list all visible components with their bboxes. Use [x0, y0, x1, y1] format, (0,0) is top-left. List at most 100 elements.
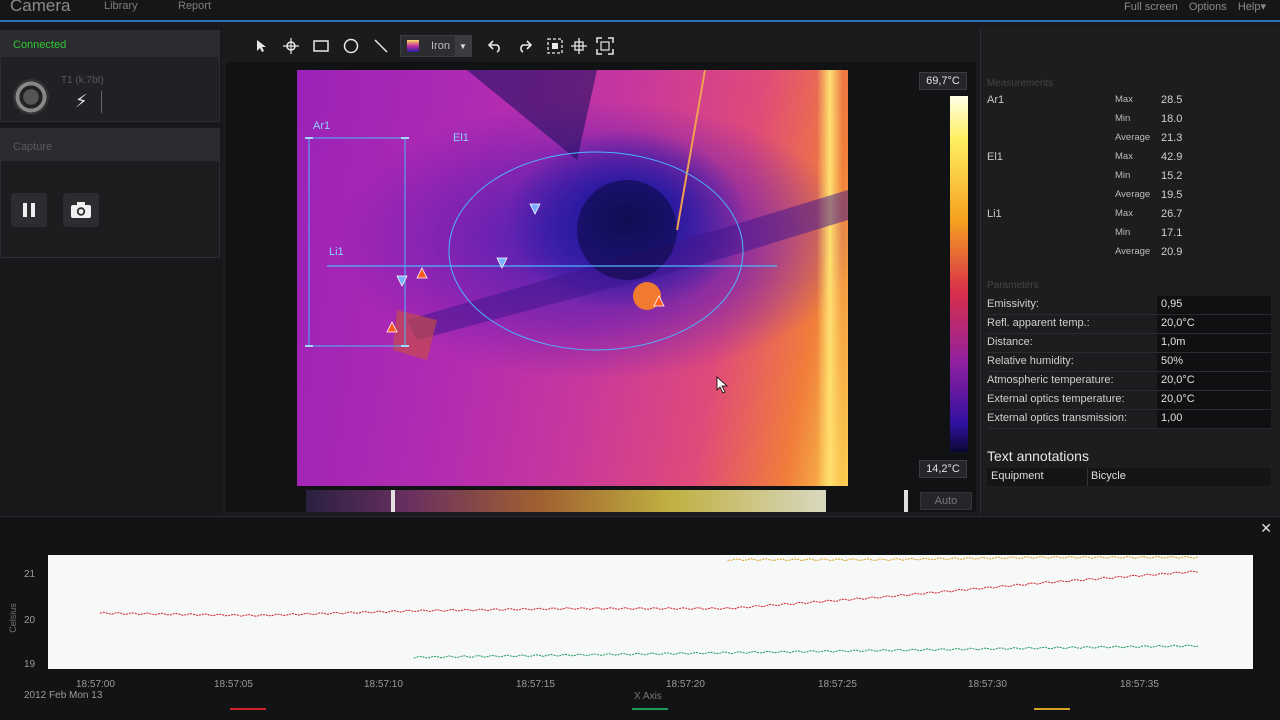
measurement-row[interactable]: Min 18.0: [987, 113, 1269, 132]
menu-report[interactable]: Report: [178, 0, 211, 12]
camera-icon: [71, 202, 91, 218]
measurement-stat: Min: [1115, 227, 1131, 238]
camera-name: T1 (k.7bt): [61, 75, 104, 86]
parameter-label: Distance:: [987, 336, 1033, 348]
parameter-input[interactable]: 1,00: [1157, 410, 1271, 428]
measurement-value: 18.0: [1161, 113, 1183, 125]
measurement-row[interactable]: Average 20.9: [987, 246, 1269, 265]
palette-swatch: [407, 40, 419, 52]
temperature-plot-panel: ✕ 21 20 19 Celsius 18:57:00 18:57:05 18:57…: [0, 516, 1280, 720]
measurement-stat: Max: [1115, 94, 1133, 105]
measurement-value: 42.9: [1161, 151, 1183, 163]
move-icon: [571, 38, 587, 54]
divider: [1087, 468, 1088, 486]
help-link[interactable]: Help▾: [1238, 1, 1266, 13]
line-tool-button[interactable]: [370, 36, 392, 56]
select-tool-button[interactable]: [250, 36, 272, 56]
zoom-full-button[interactable]: [594, 36, 616, 56]
parameter-row: Relative humidity: 50%: [987, 353, 1271, 372]
annotation-row[interactable]: Equipment Bicycle: [987, 468, 1271, 486]
color-scale-bar: [950, 96, 968, 452]
ellipse-tool-button[interactable]: [340, 36, 362, 56]
y-tick: 20: [24, 615, 36, 626]
menu-library[interactable]: Library: [104, 0, 138, 12]
measurement-row[interactable]: Min 15.2: [987, 170, 1269, 189]
spot-crosshair-icon: [283, 38, 299, 54]
parameter-input[interactable]: 1,0m: [1157, 334, 1271, 352]
measurement-row[interactable]: Li1 Max 26.7: [987, 208, 1269, 227]
camera-lens-icon[interactable]: [13, 79, 49, 115]
parameters-header: Parameters: [987, 280, 1039, 291]
annotation-key: Equipment: [991, 470, 1044, 482]
top-menu-bar: Camera Library Report Full screen Option…: [0, 0, 1280, 22]
parameter-input[interactable]: 20,0°C: [1157, 391, 1271, 409]
image-toolbar: Iron ▼: [248, 32, 618, 60]
pause-button[interactable]: [11, 193, 47, 227]
parameter-input[interactable]: 20,0°C: [1157, 372, 1271, 390]
zoom-fit-button[interactable]: [544, 36, 566, 56]
fit-icon: [547, 38, 563, 54]
fullscreen-icon: [596, 37, 614, 55]
flash-icon[interactable]: ⚡: [75, 91, 88, 112]
x-tick: 18:57:35: [1120, 679, 1159, 690]
measurement-row[interactable]: Min 17.1: [987, 227, 1269, 246]
plot-area[interactable]: [48, 555, 1253, 669]
snapshot-button[interactable]: [63, 193, 99, 227]
thermal-image[interactable]: Ar1 El1 Li1: [297, 70, 848, 486]
parameter-label: Refl. apparent temp.:: [987, 317, 1090, 329]
divider: [101, 91, 102, 113]
right-panel: Measurements Ar1 Max 28.5 Min 18.0 Average 21.…: [980, 28, 1280, 514]
label-li1: Li1: [329, 246, 344, 258]
parameter-row: Refl. apparent temp.: 20,0°C: [987, 315, 1271, 334]
plot-series-line: [413, 644, 1199, 659]
parameter-row: External optics transmission: 1,00: [987, 410, 1271, 429]
measurements-header: Measurements: [987, 78, 1054, 89]
options-link[interactable]: Options: [1189, 1, 1227, 13]
x-tick: 18:57:10: [364, 679, 403, 690]
measurement-value: 20.9: [1161, 246, 1183, 258]
measurement-row[interactable]: Average 21.3: [987, 132, 1269, 151]
circle-icon: [343, 38, 359, 54]
parameter-input[interactable]: 20,0°C: [1157, 315, 1271, 333]
histogram-bar[interactable]: [306, 490, 826, 512]
parameter-input[interactable]: 0,95: [1157, 296, 1271, 314]
x-tick: 18:57:25: [818, 679, 857, 690]
palette-value: Iron: [431, 40, 450, 52]
box-tool-button[interactable]: [310, 36, 332, 56]
label-el1: El1: [453, 132, 469, 144]
histogram-left-handle[interactable]: [391, 490, 395, 512]
measurement-stat: Average: [1115, 132, 1151, 143]
measurement-value: 15.2: [1161, 170, 1183, 182]
capture-box: Capture: [0, 128, 220, 258]
undo-button[interactable]: [484, 36, 506, 56]
palette-select[interactable]: Iron ▼: [400, 35, 472, 57]
temp-max-box[interactable]: 69,7°C: [919, 72, 967, 90]
measurement-stat: Average: [1115, 189, 1151, 200]
measurement-row[interactable]: Ar1 Max 28.5: [987, 94, 1269, 113]
date-label: 2012 Feb Mon 13: [24, 690, 103, 701]
parameter-row: Distance: 1,0m: [987, 334, 1271, 353]
measurement-value: 26.7: [1161, 208, 1183, 220]
histogram-right-handle[interactable]: [904, 490, 908, 512]
measurement-value: 17.1: [1161, 227, 1183, 239]
pointer-icon: [257, 40, 266, 52]
pan-button[interactable]: [568, 36, 590, 56]
measurement-row[interactable]: El1 Max 42.9: [987, 151, 1269, 170]
text-annotations-title: Text annotations: [987, 448, 1089, 464]
plot-series-line: [99, 570, 1199, 617]
capture-header: Capture: [1, 129, 219, 161]
redo-button[interactable]: [514, 36, 536, 56]
x-tick: 18:57:05: [214, 679, 253, 690]
annotation-value: Bicycle: [1091, 470, 1126, 482]
legend-red-line: [230, 708, 266, 710]
area-ar1-box: [308, 137, 406, 347]
measurement-row[interactable]: Average 19.5: [987, 189, 1269, 208]
spot-tool-button[interactable]: [280, 36, 302, 56]
parameter-input[interactable]: 50%: [1157, 353, 1271, 371]
close-icon[interactable]: ✕: [1260, 520, 1272, 537]
chevron-down-icon[interactable]: ▼: [455, 36, 471, 56]
temp-min-box[interactable]: 14,2°C: [919, 460, 967, 478]
full-screen-link[interactable]: Full screen: [1124, 1, 1178, 13]
x-tick: 18:57:15: [516, 679, 555, 690]
auto-button[interactable]: Auto: [920, 492, 972, 510]
